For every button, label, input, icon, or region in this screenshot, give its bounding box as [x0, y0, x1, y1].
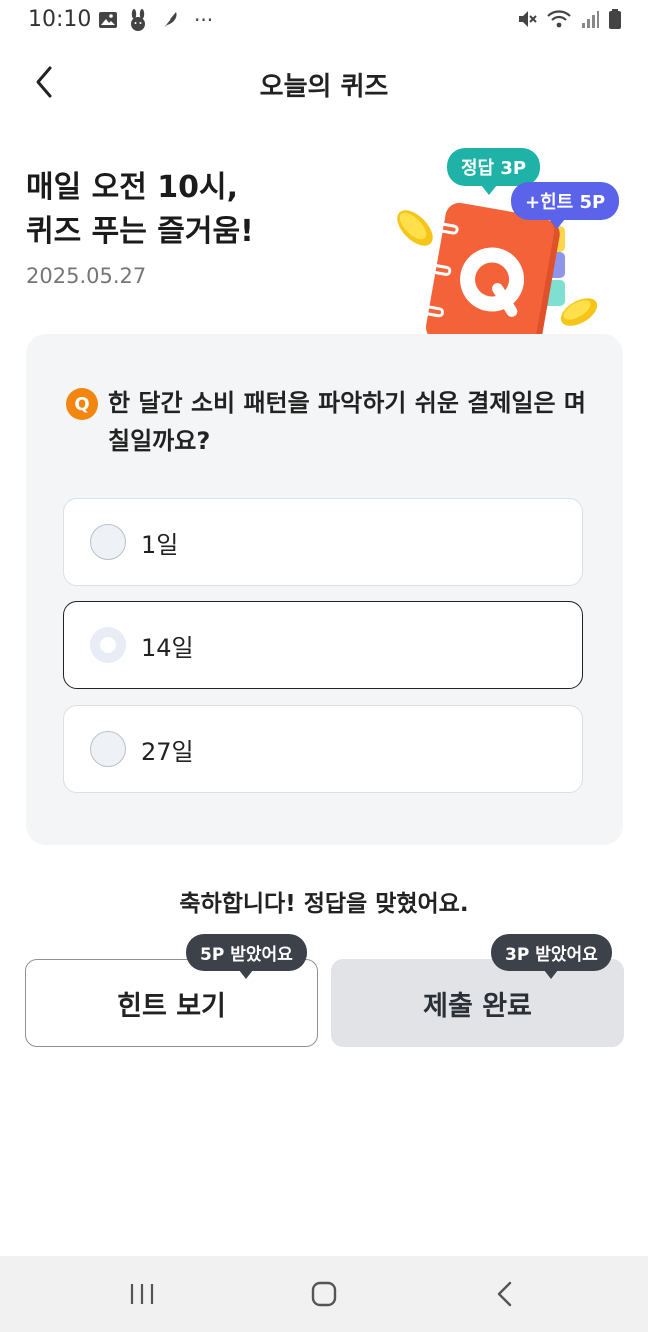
feather-icon	[160, 12, 177, 31]
radio-button-selected[interactable]	[90, 627, 126, 663]
radio-button[interactable]	[90, 524, 126, 560]
submit-complete-button[interactable]: 제출 완료	[331, 959, 624, 1047]
back-arrow-icon	[497, 1281, 512, 1307]
hero-title: 매일 오전 10시, 퀴즈 푸는 즐거움!	[26, 166, 254, 254]
radio-button[interactable]	[90, 731, 126, 767]
system-back-button[interactable]	[486, 1278, 526, 1310]
submit-reward-tooltip: 3P 받았어요	[491, 934, 612, 979]
hint-points-bubble: +힌트 5P	[511, 182, 620, 229]
answer-option-2[interactable]: 14일	[63, 601, 583, 689]
rabbit-icon	[131, 9, 145, 31]
status-time: 10:10	[28, 7, 92, 32]
status-bar: 10:10 ···	[0, 0, 648, 40]
app-header: 오늘의 퀴즈	[0, 48, 648, 116]
battery-icon	[609, 9, 621, 29]
home-icon	[311, 1281, 337, 1307]
hero-title-line-2: 퀴즈 푸는 즐거움!	[26, 214, 254, 249]
recent-apps-button[interactable]	[122, 1278, 162, 1310]
quiz-date: 2025.05.27	[26, 264, 147, 288]
answer-points-bubble: 정답 3P	[447, 148, 541, 195]
view-hint-button[interactable]: 힌트 보기	[25, 959, 318, 1047]
mute-icon	[519, 11, 537, 27]
wifi-icon	[547, 10, 571, 28]
option-label: 14일	[141, 634, 194, 662]
answer-option-3[interactable]: 27일	[63, 705, 583, 793]
question-badge: Q	[66, 388, 98, 420]
home-button[interactable]	[304, 1278, 344, 1310]
hero-title-line-1: 매일 오전 10시,	[26, 170, 239, 205]
result-message: 축하합니다! 정답을 맞혔어요.	[179, 891, 469, 917]
answer-option-1[interactable]: 1일	[63, 498, 583, 586]
option-label: 1일	[141, 531, 179, 559]
more-notifications-icon: ···	[194, 8, 214, 32]
system-nav-bar	[0, 1256, 648, 1332]
page-title: 오늘의 퀴즈	[259, 72, 389, 102]
recent-apps-icon	[130, 1284, 154, 1304]
signal-icon	[582, 11, 599, 28]
gallery-icon	[99, 12, 117, 28]
option-label: 27일	[141, 738, 194, 766]
question-text: 한 달간 소비 패턴을 파악하기 쉬운 결제일은 며칠일까요?	[108, 389, 587, 455]
hint-reward-tooltip: 5P 받았어요	[186, 934, 307, 979]
